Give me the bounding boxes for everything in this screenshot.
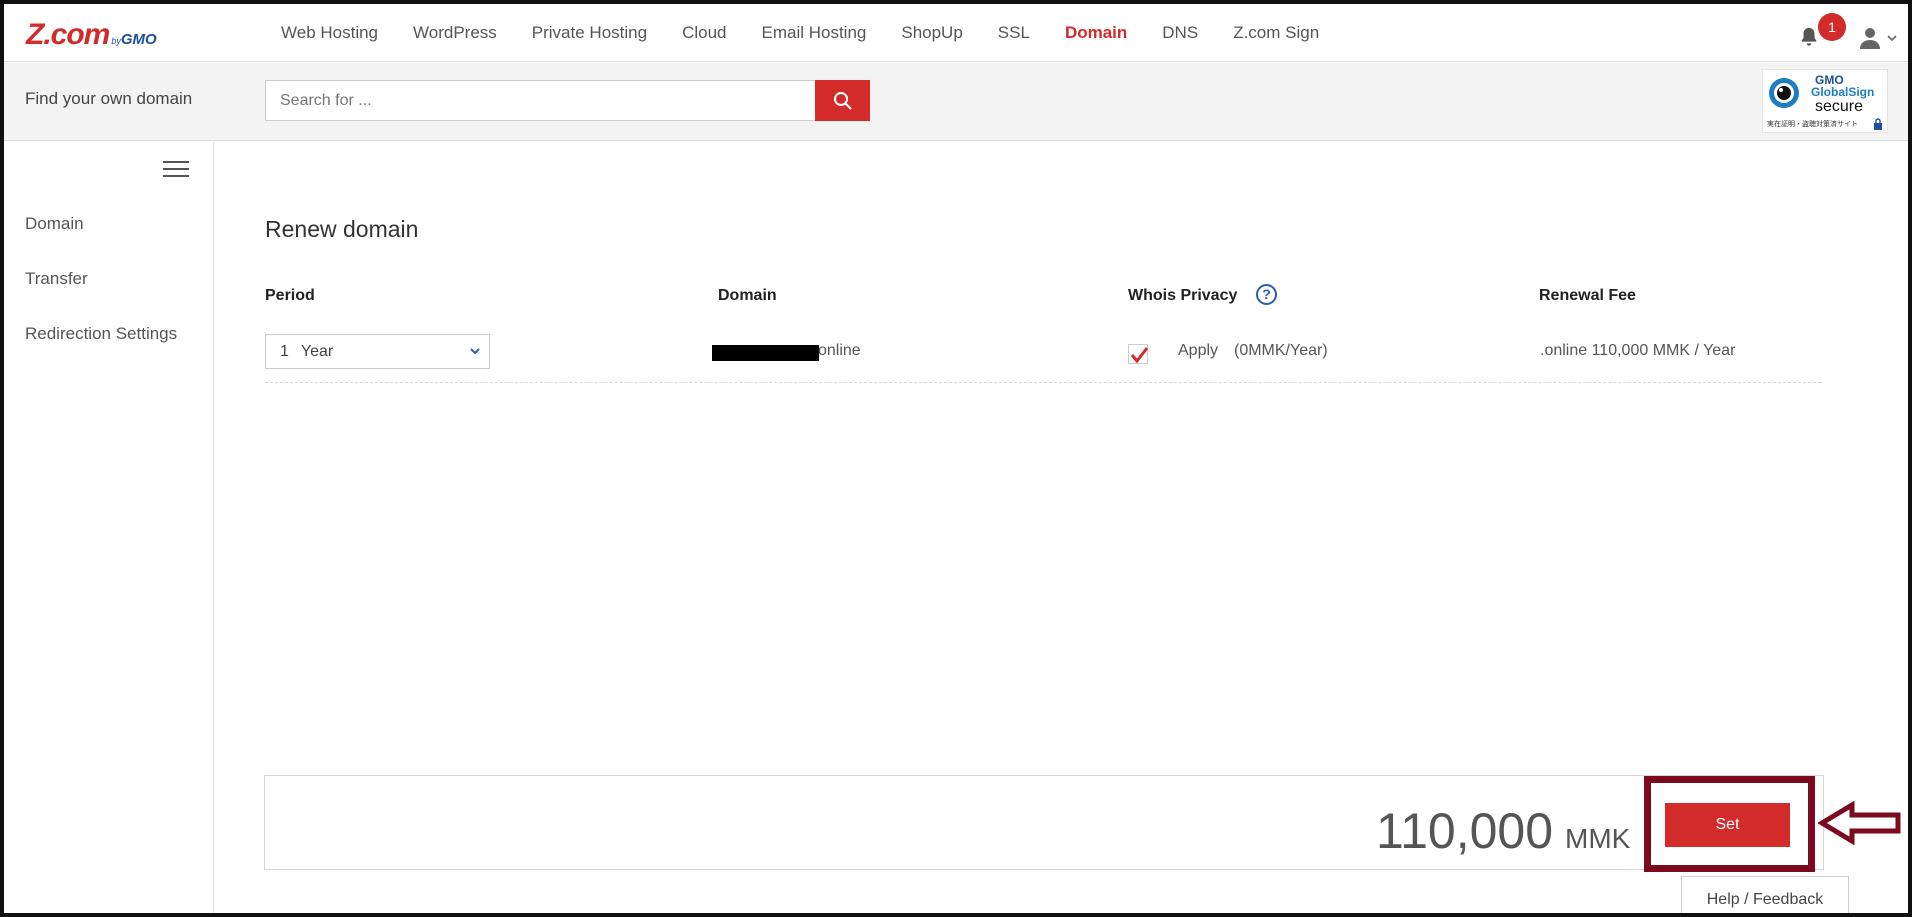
menu-icon[interactable] (163, 161, 189, 181)
column-header-period: Period (265, 287, 315, 304)
search-button[interactable] (815, 80, 870, 121)
row-divider (265, 382, 1821, 383)
whois-price: (0MMK/Year) (1234, 342, 1328, 359)
search-icon (833, 91, 852, 110)
badge-secure-text: secure (1815, 98, 1864, 115)
chevron-down-icon (470, 348, 480, 355)
whois-privacy-checkbox[interactable] (1128, 344, 1149, 364)
search-input[interactable] (265, 80, 819, 121)
total-currency: MMK (1565, 823, 1631, 854)
nav-item-domain[interactable]: Domain (1065, 23, 1127, 43)
set-button[interactable]: Set (1665, 803, 1790, 847)
nav-item-private-hosting[interactable]: Private Hosting (532, 23, 647, 43)
notification-badge[interactable]: 1 (1818, 13, 1846, 41)
badge-jp-text: 実在証明・盗聴対策済サイト (1767, 121, 1858, 128)
redacted-domain-name (712, 345, 819, 361)
column-header-renewal-fee: Renewal Fee (1539, 287, 1636, 304)
annotation-arrow-icon (1818, 801, 1901, 845)
nav-item-cloud[interactable]: Cloud (682, 23, 726, 43)
domain-search-bar: Find your own domain GMO GlobalSign secu… (4, 63, 1908, 141)
zcom-logo[interactable]: Z.com by GMO (26, 18, 157, 52)
sidebar-item-transfer[interactable]: Transfer (25, 269, 88, 289)
nav-item-shopup[interactable]: ShopUp (901, 23, 962, 43)
bell-icon[interactable] (1798, 26, 1820, 48)
help-feedback-button[interactable]: Help / Feedback (1681, 876, 1849, 914)
checkmark-icon (1130, 347, 1149, 364)
column-header-whois-privacy: Whois Privacy (1128, 287, 1238, 304)
column-header-domain: Domain (718, 287, 777, 304)
page-title: Renew domain (265, 216, 419, 242)
sidebar-item-domain[interactable]: Domain (25, 214, 84, 234)
main-menu: Web Hosting WordPress Private Hosting Cl… (281, 4, 1354, 62)
logo-text: Z.com (26, 18, 110, 51)
nav-item-zcom-sign[interactable]: Z.com Sign (1233, 23, 1319, 43)
sidebar-item-redirection-settings[interactable]: Redirection Settings (25, 324, 177, 344)
nav-item-dns[interactable]: DNS (1162, 23, 1198, 43)
period-unit: Year (300, 343, 334, 360)
globalsign-secure-badge[interactable]: GMO GlobalSign secure 実在証明・盗聴対策済サイト (1762, 69, 1888, 133)
logo-by-text: by (111, 36, 121, 46)
total-amount: 110,000 (1376, 803, 1554, 859)
whois-apply-label: Apply (1178, 342, 1219, 359)
period-select[interactable]: 1 Year (265, 334, 490, 369)
nav-item-wordpress[interactable]: WordPress (413, 23, 497, 43)
top-navigation: Z.com by GMO Web Hosting WordPress Priva… (4, 4, 1908, 62)
period-value: 1 (280, 343, 289, 360)
nav-item-ssl[interactable]: SSL (998, 23, 1030, 43)
globalsign-eye-icon (1769, 78, 1799, 108)
find-domain-label: Find your own domain (25, 89, 193, 108)
badge-brand-text: GlobalSign (1811, 85, 1875, 99)
nav-item-email-hosting[interactable]: Email Hosting (761, 23, 866, 43)
user-icon[interactable] (1858, 26, 1882, 50)
renewal-fee-value: .online 110,000 MMK / Year (1540, 342, 1736, 359)
sidebar: Domain Transfer Redirection Settings (4, 142, 214, 913)
chevron-down-icon[interactable] (1886, 32, 1898, 44)
nav-item-web-hosting[interactable]: Web Hosting (281, 23, 378, 43)
lock-icon (1874, 118, 1882, 130)
domain-suffix: online (818, 342, 861, 359)
logo-gmo-text: GMO (120, 31, 157, 48)
help-icon[interactable]: ? (1256, 284, 1277, 305)
